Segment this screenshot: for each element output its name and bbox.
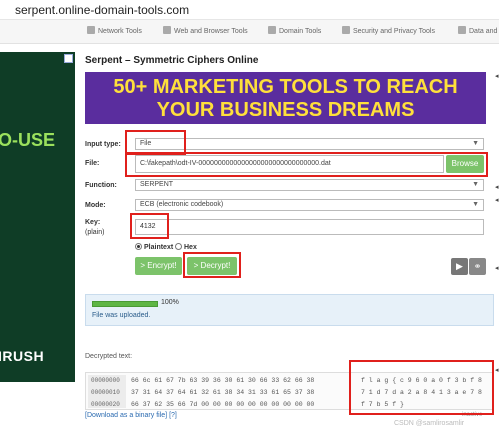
mode-label: Mode: [85, 202, 106, 209]
nav-domain-tools[interactable]: Domain Tools [268, 26, 321, 35]
nav-label: Network Tools [98, 28, 142, 35]
domain-icon [268, 26, 276, 34]
offset-1: 00000010 [91, 389, 120, 396]
browser-icon [163, 26, 171, 34]
function-label: Function: [85, 182, 117, 189]
radio-unselected-icon [175, 243, 182, 250]
radio-hex-label: Hex [184, 244, 197, 251]
watermark: CSDN @samlirosamlir [394, 420, 465, 427]
ad-close-icon[interactable] [64, 54, 73, 63]
data-icon [458, 26, 466, 34]
input-type-select[interactable]: File ▼ [135, 138, 484, 150]
key-sublabel: (plain) [85, 229, 105, 236]
highlight-decrypt [183, 252, 241, 278]
chevron-down-icon: ▼ [472, 140, 479, 147]
shield-icon [342, 26, 350, 34]
key-input[interactable]: 4132 [135, 219, 484, 235]
banner-line-1: 50+ MARKETING TOOLS TO REACH [113, 76, 458, 98]
radio-plaintext-label: Plaintext [144, 244, 174, 251]
hex-row-0: 66 6c 61 67 7b 63 39 36 30 61 30 66 33 6… [131, 377, 315, 384]
play-icon[interactable]: ▶ [451, 258, 468, 275]
help-link[interactable]: [?] [169, 412, 177, 419]
scroll-marker: ◂ [495, 265, 499, 272]
highlight-file [125, 152, 488, 177]
key-label: Key: [85, 219, 101, 226]
radio-selected-icon [135, 243, 142, 250]
function-value: SERPENT [140, 181, 174, 188]
ad-brand-logo: IRUSH [0, 348, 45, 364]
offset-2: 00000020 [91, 401, 120, 408]
hex-row-1: 37 31 64 37 64 61 32 61 38 34 31 33 61 6… [131, 389, 315, 396]
marketing-banner[interactable]: 50+ MARKETING TOOLS TO REACH YOUR BUSINE… [85, 72, 486, 124]
link-icon[interactable]: ⚭ [469, 258, 486, 275]
nav-security-tools[interactable]: Security and Privacy Tools [342, 26, 435, 35]
nav-label: Security and Privacy Tools [353, 28, 435, 35]
nav-network-tools[interactable]: Network Tools [87, 26, 142, 35]
encrypt-button[interactable]: > Encrypt! [135, 257, 182, 275]
nav-label: Domain Tools [279, 28, 322, 35]
status-message: File was uploaded. [92, 312, 151, 319]
highlight-key [130, 213, 169, 239]
scroll-marker: ◂ [495, 184, 499, 191]
hex-row-2: 66 37 62 35 66 7d 00 00 00 00 00 00 00 0… [131, 401, 315, 408]
mode-select[interactable]: ECB (electronic codebook) ▼ [135, 199, 484, 211]
download-binary-link[interactable]: [Download as a binary file] [?] [85, 412, 177, 419]
progress-bar [92, 301, 158, 307]
radio-hex[interactable]: Hex [175, 243, 197, 251]
ad-headline: O-USE [0, 130, 56, 150]
progress-percent: 100% [161, 299, 179, 306]
nav-label: Data and [469, 28, 498, 35]
nav-label: Web and Browser Tools [174, 28, 248, 35]
decrypted-label: Decrypted text: [85, 353, 133, 360]
scroll-marker: ◂ [495, 73, 499, 80]
function-select[interactable]: SERPENT ▼ [135, 179, 484, 191]
upload-status-panel: 100% File was uploaded. [85, 294, 494, 326]
mode-value: ECB (electronic codebook) [140, 201, 224, 208]
network-icon [87, 26, 95, 34]
chevron-down-icon: ▼ [472, 201, 479, 208]
scroll-marker: ◂ [495, 367, 499, 374]
highlight-flag [349, 360, 494, 415]
chevron-down-icon: ▼ [472, 181, 479, 188]
left-advertisement[interactable]: O-USE IRUSH [0, 52, 75, 382]
address-bar[interactable]: serpent.online-domain-tools.com [0, 0, 499, 20]
banner-line-2: YOUR BUSINESS DREAMS [156, 99, 415, 121]
scroll-marker: ◂ [495, 197, 499, 204]
download-link-text[interactable]: [Download as a binary file] [85, 412, 167, 419]
url-text[interactable]: serpent.online-domain-tools.com [15, 3, 189, 17]
nav-web-browser-tools[interactable]: Web and Browser Tools [163, 26, 248, 35]
page-title: Serpent – Symmetric Ciphers Online [85, 55, 259, 66]
offset-0: 00000000 [91, 377, 120, 384]
nav-data-tools[interactable]: Data and [458, 26, 497, 35]
radio-plaintext[interactable]: Plaintext [135, 243, 173, 251]
input-type-label: Input type: [85, 141, 121, 148]
top-navigation: Network Tools Web and Browser Tools Doma… [0, 20, 499, 44]
file-label: File: [85, 160, 100, 167]
